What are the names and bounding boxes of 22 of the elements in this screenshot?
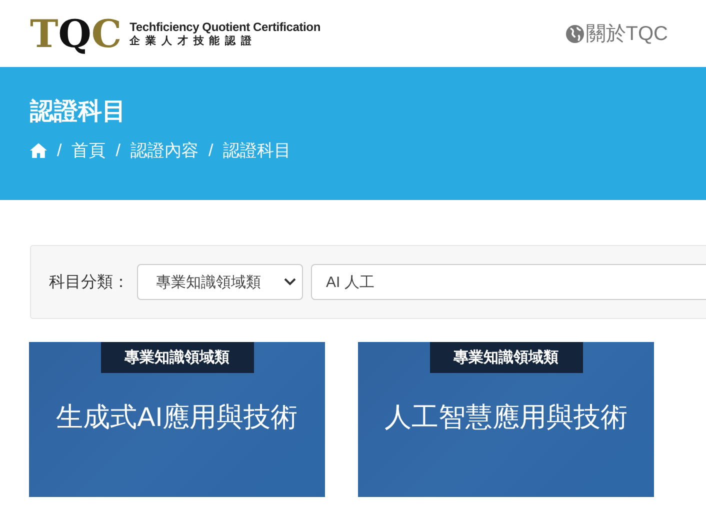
breadcrumb-separator: / (116, 140, 120, 160)
logo-letter: T (30, 14, 58, 52)
logo-tagline: Techficiency Quotient Certification (130, 20, 320, 34)
filter-label: 科目分類： (49, 272, 129, 292)
course-title: 人工智慧應用與技術 (384, 401, 628, 434)
breadcrumb-separator: / (208, 140, 214, 160)
globe-icon (566, 24, 584, 42)
logo-letter: Q (58, 14, 92, 52)
course-card[interactable]: 專業知識領域類 生成式AI應用與技術 (29, 342, 325, 497)
breadcrumb-separator: / (57, 140, 62, 160)
category-dropdown[interactable]: 專業知識領域類 (137, 264, 303, 300)
page-title: 認證科目 (30, 97, 127, 127)
category-badge: 專業知識領域類 (430, 342, 582, 373)
home-icon[interactable] (30, 143, 47, 158)
logo-subtitle: 企 業 人 才 技 能 認 證 (130, 34, 254, 48)
category-badge: 專業知識領域類 (100, 342, 254, 373)
nav-link[interactable]: 關於TQC (566, 20, 668, 47)
course-title: 生成式AI應用與技術 (56, 401, 298, 434)
keyword-input[interactable]: AI 人工 (311, 264, 706, 300)
logo-letter: C (91, 14, 122, 52)
chevron-down-icon (284, 278, 296, 286)
course-card[interactable]: 專業知識領域類 人工智慧應用與技術 (358, 342, 654, 497)
